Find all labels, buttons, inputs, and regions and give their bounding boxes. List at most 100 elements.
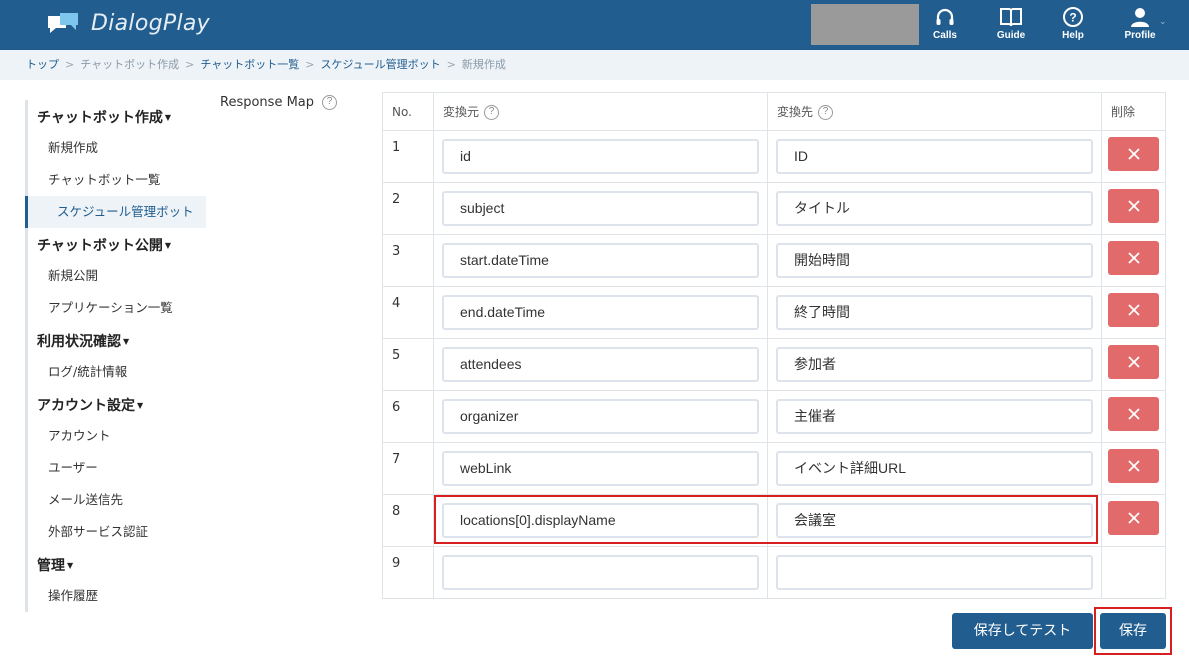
- source-cell: organizer: [433, 390, 768, 443]
- header-source: 変換元?: [433, 92, 768, 131]
- sidebar-title-label: チャットボット作成: [37, 110, 163, 126]
- source-cell: webLink: [433, 442, 768, 495]
- target-input[interactable]: 終了時間: [776, 295, 1093, 330]
- breadcrumb-separator: >: [305, 58, 315, 71]
- target-input[interactable]: イベント詳細URL: [776, 451, 1093, 486]
- target-input[interactable]: 開始時間: [776, 243, 1093, 278]
- row-number: 2: [382, 182, 434, 235]
- table-row: 8 locations[0].displayName 会議室: [382, 494, 1166, 547]
- delete-row-button[interactable]: [1108, 293, 1159, 327]
- target-cell: イベント詳細URL: [767, 442, 1102, 495]
- sidebar-item-history[interactable]: 操作履歴: [28, 580, 206, 612]
- sidebar-title-chatbot-create[interactable]: チャットボット作成 ▼: [28, 100, 206, 132]
- breadcrumb-top[interactable]: トップ: [26, 58, 59, 71]
- help-icon[interactable]: ?: [322, 95, 338, 110]
- delete-row-button[interactable]: [1108, 449, 1159, 483]
- sidebar-item-app-list[interactable]: アプリケーション一覧: [28, 292, 206, 324]
- source-input[interactable]: subject: [442, 191, 759, 226]
- delete-row-button[interactable]: [1108, 137, 1159, 171]
- sidebar-item-chatbot-list[interactable]: チャットボット一覧: [28, 164, 206, 196]
- nav-help-label: Help: [1062, 30, 1084, 41]
- breadcrumb-chatbot-create: チャットボット作成: [80, 58, 180, 71]
- delete-row-button[interactable]: [1108, 345, 1159, 379]
- sidebar-item-external-auth[interactable]: 外部サービス認証: [28, 516, 206, 548]
- source-input[interactable]: locations[0].displayName: [442, 503, 759, 538]
- sidebar-item-mail[interactable]: メール送信先: [28, 484, 206, 516]
- sidebar-title-chatbot-publish[interactable]: チャットボット公開 ▼: [28, 228, 206, 260]
- sidebar-title-usage[interactable]: 利用状況確認 ▼: [28, 324, 206, 356]
- sidebar-title-admin[interactable]: 管理 ▼: [28, 548, 206, 580]
- delete-row-button[interactable]: [1108, 241, 1159, 275]
- app-title[interactable]: DialogPlay: [91, 11, 210, 36]
- delete-row-button[interactable]: [1108, 189, 1159, 223]
- source-input[interactable]: start.dateTime: [442, 243, 759, 278]
- save-and-test-button[interactable]: 保存してテスト: [952, 613, 1093, 649]
- sidebar-title-account[interactable]: アカウント設定 ▼: [28, 388, 206, 420]
- header-delete: 削除: [1101, 92, 1166, 131]
- target-cell: 参加者: [767, 338, 1102, 391]
- breadcrumb: トップ > チャットボット作成 > チャットボット一覧 > スケジュール管理ボット > 新規作成: [0, 50, 1189, 80]
- help-icon[interactable]: ?: [484, 105, 500, 120]
- nav-guide[interactable]: Guide: [981, 6, 1041, 48]
- caret-down-icon: ▼: [123, 337, 130, 346]
- response-map-table: No. 変換元? 変換先? 削除 1 id ID 2 subject タイトル …: [382, 92, 1166, 599]
- delete-cell-empty: [1101, 546, 1166, 599]
- save-button[interactable]: 保存: [1100, 613, 1166, 649]
- sidebar: チャットボット作成 ▼ 新規作成 チャットボット一覧 スケジュール管理ボット チャ…: [25, 100, 206, 612]
- target-cell: 開始時間: [767, 234, 1102, 287]
- redacted-area: [811, 4, 919, 45]
- sidebar-item-new-publish[interactable]: 新規公開: [28, 260, 206, 292]
- target-input[interactable]: ID: [776, 139, 1093, 174]
- breadcrumb-schedule-bot[interactable]: スケジュール管理ボット: [320, 58, 440, 71]
- chevron-down-icon[interactable]: ⌄: [1159, 17, 1167, 27]
- target-input[interactable]: 参加者: [776, 347, 1093, 382]
- nav-help[interactable]: ? Help: [1043, 6, 1103, 48]
- nav-calls[interactable]: Calls: [915, 6, 975, 48]
- delete-cell: [1101, 338, 1166, 391]
- sidebar-item-users[interactable]: ユーザー: [28, 452, 206, 484]
- breadcrumb-chatbot-list[interactable]: チャットボット一覧: [200, 58, 299, 71]
- response-map-label-text: Response Map: [220, 95, 315, 110]
- nav-profile[interactable]: Profile: [1110, 6, 1170, 48]
- sidebar-group-chatbot-create: チャットボット作成 ▼ 新規作成 チャットボット一覧 スケジュール管理ボット: [25, 100, 206, 228]
- sidebar-title-label: アカウント設定: [37, 398, 135, 414]
- header-no: No.: [382, 92, 434, 131]
- row-number: 6: [382, 390, 434, 443]
- book-icon: [1000, 8, 1022, 27]
- sidebar-group-account: アカウント設定 ▼ アカウント ユーザー メール送信先 外部サービス認証: [25, 388, 206, 548]
- top-header: DialogPlay Calls Guide ? Help Profile ⌄: [0, 0, 1189, 50]
- close-icon: [1127, 512, 1140, 524]
- highlight-box-save: 保存: [1094, 607, 1172, 655]
- header-target-label: 変換先: [777, 105, 814, 119]
- source-input[interactable]: organizer: [442, 399, 759, 434]
- header-no-label: No.: [392, 104, 412, 119]
- sidebar-item-logs[interactable]: ログ/統計情報: [28, 356, 206, 388]
- sidebar-item-schedule-bot[interactable]: スケジュール管理ボット: [25, 196, 206, 228]
- delete-row-button[interactable]: [1108, 397, 1159, 431]
- source-input[interactable]: end.dateTime: [442, 295, 759, 330]
- delete-row-button[interactable]: [1108, 501, 1159, 535]
- header-delete-label: 削除: [1111, 105, 1136, 119]
- table-row: 4 end.dateTime 終了時間: [382, 286, 1166, 339]
- source-input[interactable]: [442, 555, 759, 590]
- target-cell: 主催者: [767, 390, 1102, 443]
- delete-cell: [1101, 182, 1166, 235]
- source-input[interactable]: webLink: [442, 451, 759, 486]
- help-icon[interactable]: ?: [818, 105, 834, 120]
- close-icon: [1127, 148, 1140, 160]
- sidebar-group-admin: 管理 ▼ 操作履歴: [25, 548, 206, 612]
- source-input[interactable]: attendees: [442, 347, 759, 382]
- close-icon: [1127, 408, 1140, 420]
- table-row: 1 id ID: [382, 130, 1166, 183]
- target-cell: タイトル: [767, 182, 1102, 235]
- source-input[interactable]: id: [442, 139, 759, 174]
- table-row: 9: [382, 546, 1166, 599]
- target-input[interactable]: [776, 555, 1093, 590]
- nav-guide-label: Guide: [996, 30, 1026, 41]
- sidebar-item-account[interactable]: アカウント: [28, 420, 206, 452]
- sidebar-item-new[interactable]: 新規作成: [28, 132, 206, 164]
- target-input[interactable]: 会議室: [776, 503, 1093, 538]
- nav-calls-label: Calls: [933, 30, 957, 41]
- target-input[interactable]: タイトル: [776, 191, 1093, 226]
- target-input[interactable]: 主催者: [776, 399, 1093, 434]
